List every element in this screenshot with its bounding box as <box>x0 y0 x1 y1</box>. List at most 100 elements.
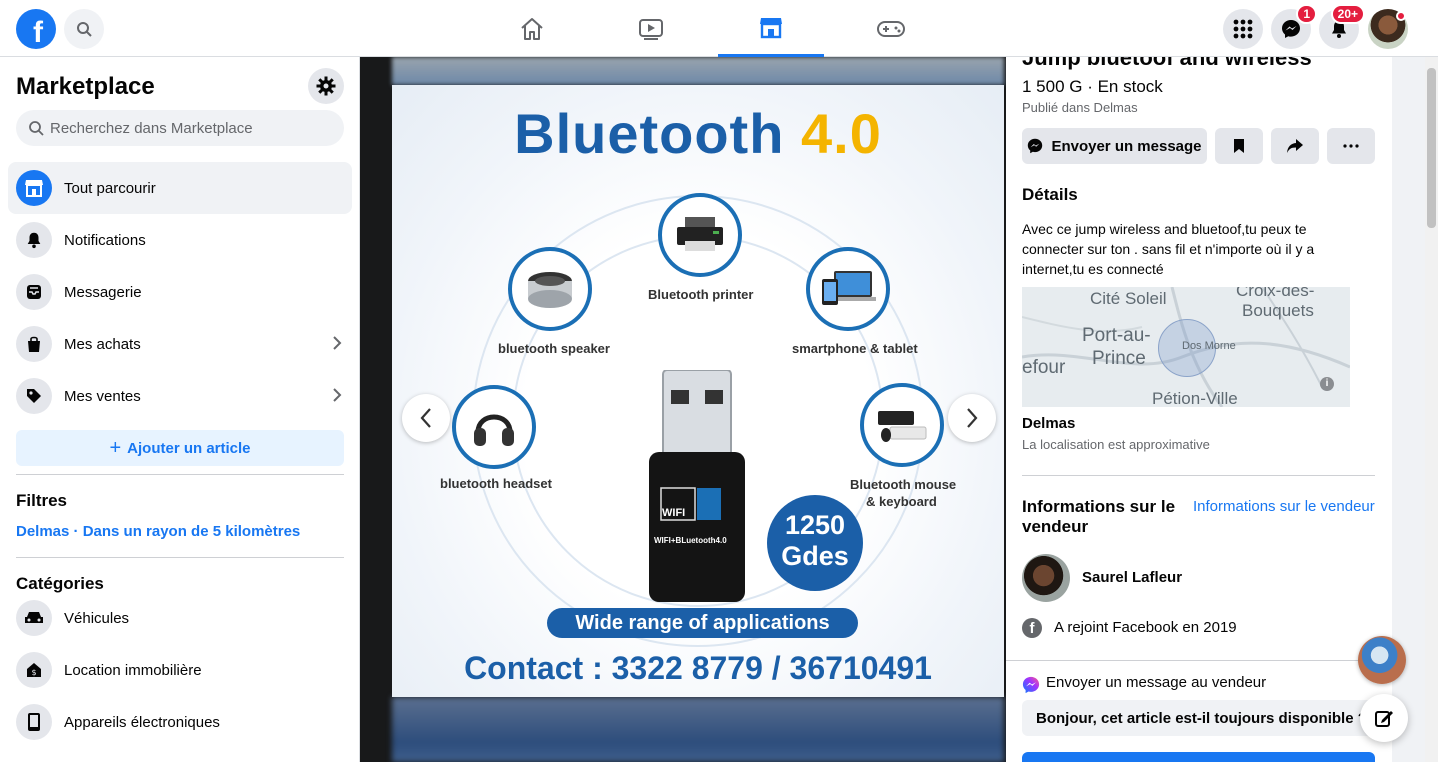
blurred-backdrop <box>392 57 1004 85</box>
more-options-button[interactable] <box>1327 128 1375 164</box>
sidebar-item-label: Messagerie <box>64 283 142 301</box>
messenger-badge: 1 <box>1296 4 1317 24</box>
location-filter-link[interactable]: Delmas · Dans un rayon de 5 kilomètres <box>16 523 300 540</box>
share-button[interactable] <box>1271 128 1319 164</box>
category-property-rentals[interactable]: $ Location immobilière <box>8 644 352 696</box>
more-icon <box>1343 144 1359 148</box>
seller-avatar[interactable] <box>1022 554 1070 602</box>
listing-title: Jump bluetoof and wireless <box>1022 57 1312 70</box>
listing-photo-viewer: Bluetooth 4.0 Bluetooth printer bluetoot… <box>360 57 1006 762</box>
search-icon <box>29 121 44 136</box>
plus-icon: + <box>109 436 122 459</box>
sidebar-item-selling[interactable]: Mes ventes <box>8 370 352 422</box>
keyboard-icon <box>860 383 944 467</box>
map-label: Cité Soleil <box>1090 289 1167 308</box>
gear-icon <box>316 76 336 96</box>
category-electronics[interactable]: Appareils électroniques <box>8 696 352 748</box>
details-heading: Détails <box>1022 185 1078 204</box>
message-seller-input[interactable]: Bonjour, cet article est-il toujours dis… <box>1022 700 1375 736</box>
sidebar-item-browse-all[interactable]: Tout parcourir <box>8 162 352 214</box>
divider <box>16 474 344 475</box>
save-button[interactable] <box>1215 128 1263 164</box>
chevron-right-icon <box>967 408 978 428</box>
messenger-button[interactable]: 1 <box>1271 4 1317 49</box>
gamepad-icon <box>877 20 905 37</box>
map-label: Pétion-Ville <box>1152 389 1238 407</box>
notifications-button[interactable]: 20+ <box>1319 4 1365 49</box>
messenger-icon <box>1028 138 1043 154</box>
tab-watch[interactable] <box>598 0 704 57</box>
contact-text: Contact : 3322 8779 / 36710491 <box>464 650 932 686</box>
sidebar-item-label: Notifications <box>64 231 146 249</box>
marketplace-search-input[interactable] <box>50 119 330 137</box>
car-icon <box>16 600 52 636</box>
bag-icon <box>16 326 52 362</box>
notifications-badge: 20+ <box>1330 4 1365 24</box>
tablet-icon <box>806 247 890 331</box>
seller-name[interactable]: Saurel Lafleur <box>1082 569 1182 586</box>
category-vehicles[interactable]: Véhicules <box>8 592 352 644</box>
send-button[interactable] <box>1022 752 1375 762</box>
speaker-label: bluetooth speaker <box>498 341 610 356</box>
photo-title-version: 4.0 <box>800 102 882 165</box>
chevron-right-icon <box>333 388 342 402</box>
category-label: Appareils électroniques <box>64 713 220 731</box>
location-map[interactable]: Cité Soleil Croix-des- Bouquets Port-au-… <box>1022 287 1350 407</box>
map-label: Port-au- <box>1082 325 1151 346</box>
bookmark-icon <box>1234 139 1244 153</box>
tab-home[interactable] <box>479 0 585 57</box>
marketplace-search[interactable] <box>16 110 344 146</box>
home-icon <box>521 17 543 40</box>
mouse-label: Bluetooth mouse <box>850 477 957 492</box>
settings-button[interactable] <box>308 68 344 104</box>
send-message-button[interactable]: Envoyer un message <box>1022 128 1207 164</box>
next-photo-button[interactable] <box>948 394 996 442</box>
sidebar-item-label: Mes ventes <box>64 387 141 405</box>
map-label: efour <box>1022 357 1066 378</box>
blurred-backdrop <box>392 697 1004 762</box>
seller-info-link[interactable]: Informations sur le vendeur <box>1193 498 1375 515</box>
category-label: Véhicules <box>64 609 130 627</box>
tab-gaming[interactable] <box>838 0 944 57</box>
photo-title: Bluetooth 4.0 <box>392 101 1004 166</box>
messenger-icon <box>1282 20 1300 38</box>
grid-menu-icon <box>1233 19 1253 39</box>
scrollbar-thumb[interactable] <box>1427 68 1436 228</box>
seller-joined-date: A rejoint Facebook en 2019 <box>1054 619 1237 636</box>
sidebar-item-notifications[interactable]: Notifications <box>8 214 352 266</box>
search-button[interactable] <box>64 9 104 49</box>
applications-banner: Wide range of applications <box>547 608 858 638</box>
headset-label: bluetooth headset <box>440 476 552 491</box>
location-note: La localisation est approximative <box>1022 437 1210 452</box>
photo-price-badge: 1250 Gdes <box>767 495 863 591</box>
facebook-logo[interactable]: f <box>16 9 56 49</box>
compose-icon <box>1375 711 1393 727</box>
listing-published-location: Publié dans Delmas <box>1022 100 1138 115</box>
listing-description: Avec ce jump wireless and bluetoof,tu pe… <box>1022 221 1315 277</box>
message-seller-heading: Envoyer un message au vendeur <box>1046 674 1267 691</box>
photo-title-main: Bluetooth <box>514 102 785 165</box>
printer-label: Bluetooth printer <box>648 287 754 302</box>
menu-button[interactable] <box>1223 9 1263 49</box>
seller-info-heading: Informations sur le vendeur <box>1022 497 1176 536</box>
svg-text:$: $ <box>31 668 36 677</box>
listing-photo: Bluetooth 4.0 Bluetooth printer bluetoot… <box>392 85 1004 697</box>
divider <box>1006 660 1392 661</box>
storefront-icon <box>16 170 52 206</box>
listing-price: 1 500 G · En stock <box>1022 77 1163 96</box>
map-label: Prince <box>1092 348 1146 369</box>
info-icon[interactable]: i <box>1320 377 1334 391</box>
tab-marketplace[interactable] <box>718 0 824 57</box>
new-message-button[interactable] <box>1360 694 1408 742</box>
chat-head-avatar[interactable] <box>1358 636 1406 684</box>
tag-icon <box>16 378 52 414</box>
sidebar-item-inbox[interactable]: Messagerie <box>8 266 352 318</box>
headset-icon <box>452 385 536 469</box>
add-listing-button[interactable]: + Ajouter un article <box>16 430 344 466</box>
sidebar-item-label: Mes achats <box>64 335 141 353</box>
previous-photo-button[interactable] <box>402 394 450 442</box>
sidebar-item-purchases[interactable]: Mes achats <box>8 318 352 370</box>
categories-heading: Catégories <box>16 574 104 593</box>
divider <box>1022 475 1375 476</box>
marketplace-sidebar: Marketplace Tout parcourir Notifications… <box>0 57 360 762</box>
